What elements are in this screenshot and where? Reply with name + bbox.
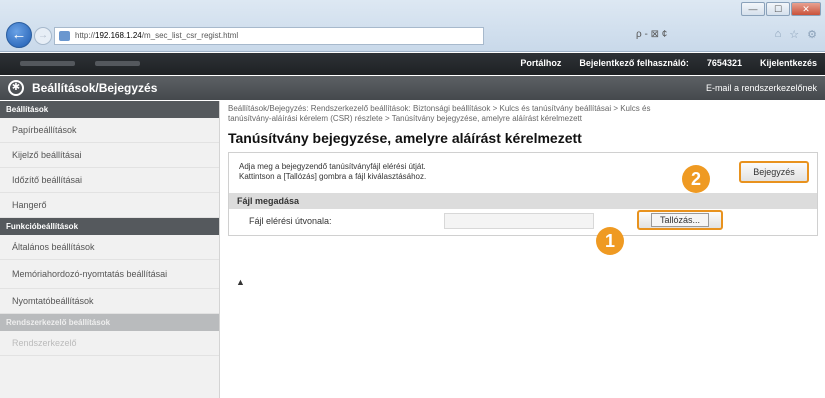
title-band: ✱ Beállítások/Bejegyzés E-mail a rendsze… [0, 76, 825, 100]
instruction-line: Kattintson a [Tallózás] gombra a fájl ki… [239, 172, 427, 181]
search-refresh-icons[interactable]: ρ - ⊠ ¢ [636, 29, 667, 40]
url-path: /m_sec_list_csr_regist.html [141, 31, 239, 40]
page-icon [59, 31, 70, 41]
sidebar-heading: Beállítások [0, 101, 219, 118]
breadcrumb-line[interactable]: tanúsítvány-aláírási kérelem (CSR) részl… [228, 114, 822, 124]
login-user-label: Bejelentkező felhasználó: [579, 58, 689, 68]
sidebar-item-paper[interactable]: Papírbeállítások [0, 118, 219, 143]
browser-chrome: — ☐ ✕ ← → http://192.168.1.24/m_sec_list… [0, 0, 825, 52]
sidebar-item-printer[interactable]: Nyomtatóbeállítások [0, 289, 219, 314]
url-prefix: http:// [75, 31, 96, 40]
sidebar-item-timer[interactable]: Időzítő beállításai [0, 168, 219, 193]
close-button[interactable]: ✕ [791, 2, 821, 16]
sidebar-item-media-print[interactable]: Memóriahordozó-nyomtatás beállításai [0, 260, 219, 289]
back-button[interactable]: ← [6, 22, 32, 48]
main-content: Beállítások/Bejegyzés: Rendszerkezelő be… [228, 104, 822, 236]
device-name-blurred [20, 61, 75, 66]
gear-icon[interactable]: ⚙ [807, 28, 817, 41]
forward-button[interactable]: → [34, 27, 52, 45]
login-user-id: 7654321 [706, 58, 742, 68]
register-button[interactable]: Bejegyzés [739, 161, 809, 183]
browse-button-label: Tallózás... [650, 213, 710, 227]
sidebar-item-volume[interactable]: Hangerő [0, 193, 219, 218]
email-admin-link[interactable]: E-mail a rendszerkezelőnek [706, 83, 817, 93]
file-path-input[interactable] [444, 213, 594, 229]
step-badge-2: 2 [682, 165, 710, 193]
home-icon[interactable]: ⌂ [775, 28, 782, 41]
logout-link[interactable]: Kijelentkezés [760, 58, 817, 68]
page-section-title: Beállítások/Bejegyzés [32, 81, 158, 95]
form-panel: Adja meg a bejegyzendő tanúsítványfájl e… [228, 152, 818, 236]
breadcrumb-line[interactable]: Beállítások/Bejegyzés: Rendszerkezelő be… [228, 104, 822, 114]
device-header: Portálhoz Bejelentkező felhasználó: 7654… [0, 53, 825, 75]
file-path-label: Fájl elérési útvonala: [249, 216, 332, 226]
back-to-top-icon[interactable]: ▲ [236, 277, 245, 287]
instruction-line: Adja meg a bejegyzendő tanúsítványfájl e… [239, 162, 426, 171]
maximize-button[interactable]: ☐ [766, 2, 790, 16]
sidebar-heading: Rendszerkezelő beállítások [0, 314, 219, 331]
toolbar-icons: ⌂ ☆ ⚙ [775, 28, 817, 41]
breadcrumb: Beállítások/Bejegyzés: Rendszerkezelő be… [228, 104, 822, 124]
step-badge-1: 1 [596, 227, 624, 255]
settings-icon: ✱ [8, 80, 24, 96]
sidebar: Beállítások Papírbeállítások Kijelző beá… [0, 101, 220, 398]
device-location-blurred [95, 61, 140, 66]
page-title: Tanúsítvány bejegyzése, amelyre aláírást… [228, 130, 582, 146]
url-host: 192.168.1.24 [95, 31, 142, 40]
sidebar-item-admin[interactable]: Rendszerkezelő [0, 331, 219, 356]
star-icon[interactable]: ☆ [789, 28, 799, 41]
header-links: Portálhoz Bejelentkező felhasználó: 7654… [520, 58, 817, 68]
browse-button[interactable]: Tallózás... [637, 210, 723, 230]
sidebar-item-general[interactable]: Általános beállítások [0, 235, 219, 260]
address-bar[interactable]: http://192.168.1.24/m_sec_list_csr_regis… [54, 27, 484, 45]
sidebar-item-display[interactable]: Kijelző beállításai [0, 143, 219, 168]
portal-link[interactable]: Portálhoz [520, 58, 561, 68]
section-heading: Fájl megadása [229, 193, 817, 209]
instructions: Adja meg a bejegyzendő tanúsítványfájl e… [239, 162, 426, 182]
sidebar-heading: Funkcióbeállítások [0, 218, 219, 235]
minimize-button[interactable]: — [741, 2, 765, 16]
window-controls: — ☐ ✕ [741, 2, 821, 16]
